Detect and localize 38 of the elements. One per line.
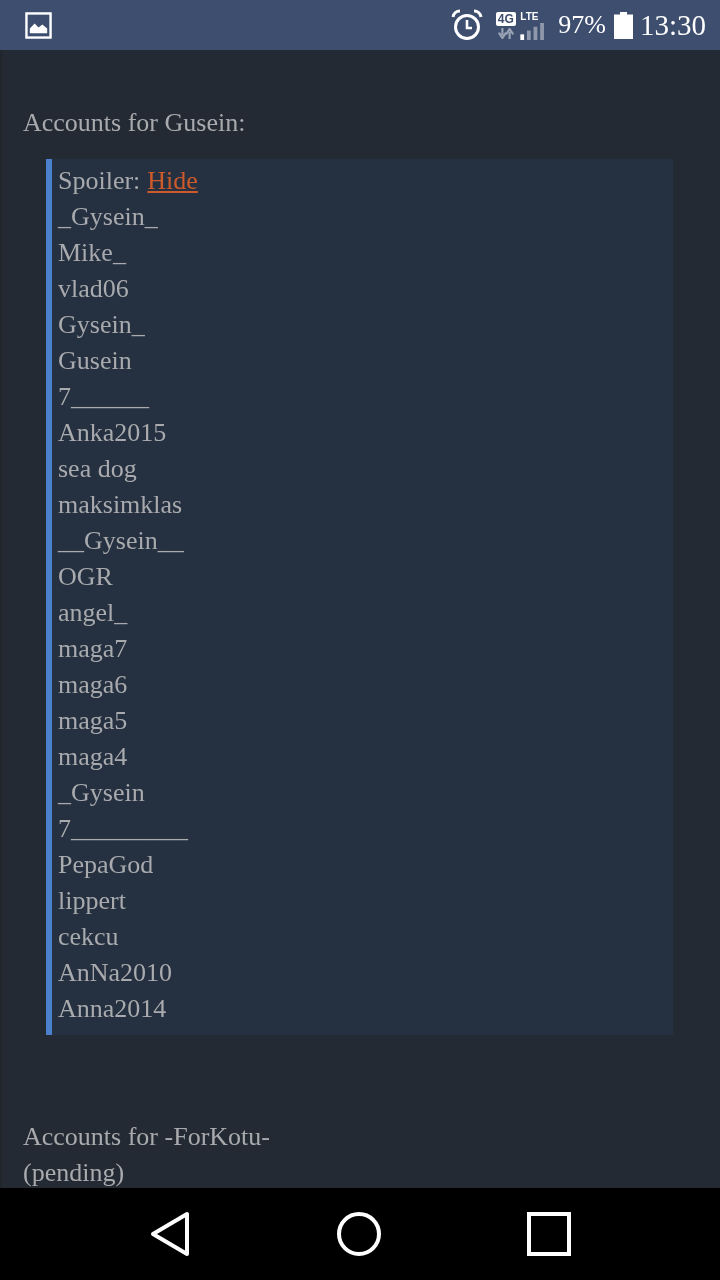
account-name: Anka2015 xyxy=(58,417,167,449)
account-name: maga5 xyxy=(58,705,128,737)
data-arrows-icon xyxy=(496,27,515,39)
spoiler-label: Spoiler: xyxy=(58,166,141,195)
account-name: maksimklas xyxy=(58,489,183,521)
account-name: PepaGod xyxy=(58,849,154,881)
account-name: angel_ xyxy=(58,597,128,629)
account-name: cekcu xyxy=(58,921,119,953)
account-name: _Gysein xyxy=(58,777,145,809)
back-icon[interactable] xyxy=(149,1211,191,1257)
account-name: Mike_ xyxy=(58,237,126,269)
account-name: sea dog xyxy=(58,453,137,485)
clock-time: 13:30 xyxy=(639,8,706,42)
account-name: lippert xyxy=(58,885,126,917)
account-name: vlad06 xyxy=(58,273,129,305)
network-label: LTE xyxy=(520,10,539,22)
account-name: __Gysein__ xyxy=(58,525,184,557)
account-name: Gusein xyxy=(58,345,132,377)
picture-icon xyxy=(25,11,52,39)
network-type-badge: 4G xyxy=(495,11,516,26)
hide-link[interactable]: Hide xyxy=(147,166,198,195)
section-heading: Accounts for -ForKotu- (pending) xyxy=(23,1121,271,1188)
battery-percent: 97% xyxy=(558,10,606,40)
home-icon[interactable] xyxy=(337,1212,381,1256)
account-name: Anna2014 xyxy=(58,993,167,1025)
account-name: maga6 xyxy=(58,669,128,701)
recent-apps-icon[interactable] xyxy=(527,1212,571,1256)
account-name: OGR xyxy=(58,561,113,593)
alarm-clock-icon xyxy=(451,9,484,41)
account-name: _Gysein_ xyxy=(58,201,158,233)
account-name: 7______ xyxy=(58,381,149,413)
account-name: 7_________ xyxy=(58,813,188,845)
account-name: maga4 xyxy=(58,741,128,773)
account-name: AnNa2010 xyxy=(58,957,173,989)
account-name: maga7 xyxy=(58,633,128,665)
section-heading: Accounts for Gusein: xyxy=(23,107,246,139)
battery-icon xyxy=(613,11,633,39)
account-name: Gysein_ xyxy=(58,309,145,341)
